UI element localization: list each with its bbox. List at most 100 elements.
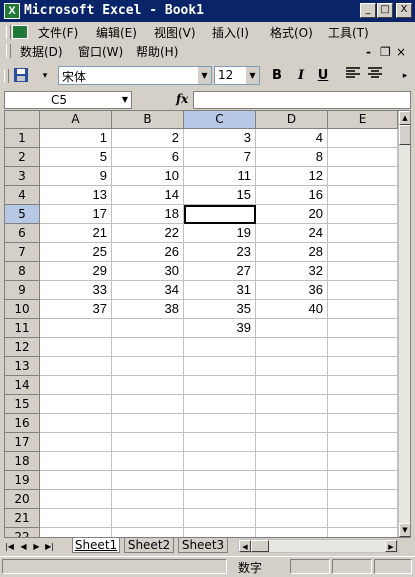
cell-b17[interactable] — [112, 433, 184, 452]
cell-a16[interactable] — [40, 414, 112, 433]
cell-d6[interactable]: 24 — [256, 224, 328, 243]
cell-b7[interactable]: 26 — [112, 243, 184, 262]
row-header-13[interactable]: 13 — [5, 357, 40, 376]
cell-e11[interactable] — [328, 319, 398, 338]
font-name-select[interactable]: 宋体 ▼ — [58, 66, 212, 85]
menu-grip-2[interactable] — [6, 44, 11, 58]
cell-d11[interactable] — [256, 319, 328, 338]
cell-e5[interactable] — [328, 205, 398, 224]
row-header-22[interactable]: 22 — [5, 528, 40, 537]
row-header-4[interactable]: 4 — [5, 186, 40, 205]
cell-b22[interactable] — [112, 528, 184, 537]
column-header-a[interactable]: A — [40, 111, 112, 129]
cell-d10[interactable]: 40 — [256, 300, 328, 319]
tab-sheet2[interactable]: Sheet2 — [124, 538, 174, 553]
cell-a15[interactable] — [40, 395, 112, 414]
cell-b16[interactable] — [112, 414, 184, 433]
column-header-e[interactable]: E — [328, 111, 398, 129]
cell-a11[interactable] — [40, 319, 112, 338]
column-header-b[interactable]: B — [112, 111, 184, 129]
doc-minimize-button[interactable]: - — [366, 43, 371, 61]
scroll-up-icon[interactable]: ▲ — [399, 111, 410, 125]
cell-d5[interactable]: 20 — [256, 205, 328, 224]
worksheet-grid[interactable]: ABCDE 1 1 2 3 4 2 5 6 7 8 3 9 10 11 12 4 13 14 15 16 5 17 18 20… — [4, 110, 411, 538]
cell-e12[interactable] — [328, 338, 398, 357]
align-center-icon[interactable] — [366, 67, 384, 85]
last-sheet-icon[interactable]: ▶| — [44, 540, 55, 553]
cell-a8[interactable]: 29 — [40, 262, 112, 281]
cell-b12[interactable] — [112, 338, 184, 357]
scroll-left-icon[interactable]: ◀ — [239, 540, 251, 552]
row-header-7[interactable]: 7 — [5, 243, 40, 262]
cell-b15[interactable] — [112, 395, 184, 414]
cell-c7[interactable]: 23 — [184, 243, 256, 262]
cell-a4[interactable]: 13 — [40, 186, 112, 205]
cell-c22[interactable] — [184, 528, 256, 537]
select-all-corner[interactable] — [5, 111, 40, 129]
menu-file[interactable]: 文件(F) — [38, 24, 78, 42]
cell-b14[interactable] — [112, 376, 184, 395]
cell-a14[interactable] — [40, 376, 112, 395]
cell-b2[interactable]: 6 — [112, 148, 184, 167]
cell-d8[interactable]: 32 — [256, 262, 328, 281]
row-header-8[interactable]: 8 — [5, 262, 40, 281]
row-header-11[interactable]: 11 — [5, 319, 40, 338]
cell-e7[interactable] — [328, 243, 398, 262]
cell-e9[interactable] — [328, 281, 398, 300]
cell-b6[interactable]: 22 — [112, 224, 184, 243]
doc-restore-button[interactable]: ❐ — [380, 43, 391, 61]
cell-c14[interactable] — [184, 376, 256, 395]
cell-c1[interactable]: 3 — [184, 129, 256, 148]
cell-b21[interactable] — [112, 509, 184, 528]
cell-a10[interactable]: 37 — [40, 300, 112, 319]
hscroll-thumb[interactable] — [251, 540, 269, 552]
menu-data[interactable]: 数据(D) — [20, 43, 63, 61]
cell-a21[interactable] — [40, 509, 112, 528]
prev-sheet-icon[interactable]: ◀ — [18, 540, 29, 553]
cell-b4[interactable]: 14 — [112, 186, 184, 205]
cell-b19[interactable] — [112, 471, 184, 490]
menu-help[interactable]: 帮助(H) — [136, 43, 178, 61]
row-header-10[interactable]: 10 — [5, 300, 40, 319]
menu-view[interactable]: 视图(V) — [154, 24, 196, 42]
row-header-9[interactable]: 9 — [5, 281, 40, 300]
cell-e6[interactable] — [328, 224, 398, 243]
horizontal-scrollbar[interactable]: ◀ ▶ — [238, 539, 398, 553]
row-header-1[interactable]: 1 — [5, 129, 40, 148]
cell-c2[interactable]: 7 — [184, 148, 256, 167]
chevron-down-icon[interactable]: ▼ — [122, 92, 128, 108]
cell-c9[interactable]: 31 — [184, 281, 256, 300]
cell-c19[interactable] — [184, 471, 256, 490]
cell-a2[interactable]: 5 — [40, 148, 112, 167]
menu-tools[interactable]: 工具(T) — [328, 24, 369, 42]
cell-e14[interactable] — [328, 376, 398, 395]
menu-edit[interactable]: 编辑(E) — [96, 24, 137, 42]
cell-b13[interactable] — [112, 357, 184, 376]
cell-b20[interactable] — [112, 490, 184, 509]
formula-input[interactable] — [193, 91, 411, 109]
cell-a13[interactable] — [40, 357, 112, 376]
cell-c11[interactable]: 39 — [184, 319, 256, 338]
cell-d22[interactable] — [256, 528, 328, 537]
cell-d17[interactable] — [256, 433, 328, 452]
maximize-button[interactable]: □ — [377, 3, 393, 18]
cell-e3[interactable] — [328, 167, 398, 186]
chevron-down-icon[interactable]: ▼ — [197, 67, 211, 84]
minimize-button[interactable]: _ — [360, 3, 376, 18]
cell-e15[interactable] — [328, 395, 398, 414]
cell-d1[interactable]: 4 — [256, 129, 328, 148]
italic-button[interactable]: I — [292, 67, 310, 85]
cell-e17[interactable] — [328, 433, 398, 452]
cell-c3[interactable]: 11 — [184, 167, 256, 186]
cell-d15[interactable] — [256, 395, 328, 414]
doc-close-button[interactable]: × — [396, 43, 406, 61]
row-header-20[interactable]: 20 — [5, 490, 40, 509]
cell-a9[interactable]: 33 — [40, 281, 112, 300]
row-header-6[interactable]: 6 — [5, 224, 40, 243]
toolbar-options-icon[interactable]: ▾ — [36, 67, 54, 85]
tab-sheet1[interactable]: Sheet1 — [72, 538, 120, 553]
cell-e20[interactable] — [328, 490, 398, 509]
cell-d4[interactable]: 16 — [256, 186, 328, 205]
vertical-scrollbar[interactable]: ▲ ▼ — [398, 111, 410, 537]
cell-b1[interactable]: 2 — [112, 129, 184, 148]
